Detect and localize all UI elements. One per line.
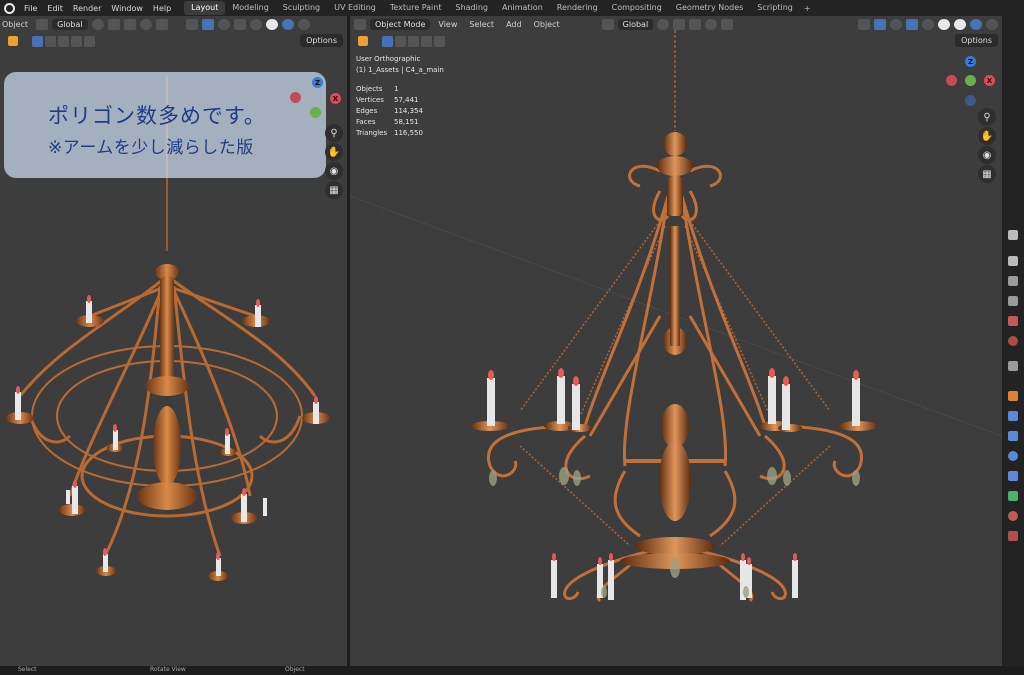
right-gizmo-z-icon[interactable]: Z xyxy=(965,56,976,67)
material-properties-icon[interactable] xyxy=(1008,511,1018,521)
ortho-grid-icon[interactable]: ▦ xyxy=(325,181,343,199)
right-chandelier-body xyxy=(470,132,878,569)
zoom-icon[interactable]: ⚲ xyxy=(325,124,343,142)
menu-window[interactable]: Window xyxy=(106,4,148,13)
right-camera-icon[interactable]: ◉ xyxy=(978,146,996,164)
top-bar: File Edit Render Window Help Layout Mode… xyxy=(0,0,1024,16)
right-pan-hand-icon[interactable]: ✋ xyxy=(978,127,996,145)
physics-properties-icon[interactable] xyxy=(1008,451,1018,461)
camera-icon[interactable]: ◉ xyxy=(325,162,343,180)
menu-help[interactable]: Help xyxy=(148,4,176,13)
world-properties-icon[interactable] xyxy=(1008,336,1018,346)
menu-render[interactable]: Render xyxy=(68,4,106,13)
tool-properties-icon[interactable] xyxy=(1008,230,1018,240)
tab-geometry-nodes[interactable]: Geometry Nodes xyxy=(669,1,750,15)
blender-logo-icon[interactable] xyxy=(4,2,15,14)
add-workspace-icon[interactable]: + xyxy=(800,4,815,13)
pan-hand-icon[interactable]: ✋ xyxy=(325,143,343,161)
view-layer-icon[interactable] xyxy=(1008,296,1018,306)
gizmo-x-icon[interactable]: X xyxy=(330,93,341,104)
left-chandelier-body xyxy=(6,264,330,581)
tab-compositing[interactable]: Compositing xyxy=(605,1,669,15)
constraints-properties-icon[interactable] xyxy=(1008,471,1018,481)
tab-shading[interactable]: Shading xyxy=(448,1,495,15)
tab-texture-paint[interactable]: Texture Paint xyxy=(383,1,449,15)
particles-properties-icon[interactable] xyxy=(1008,431,1018,441)
tab-layout[interactable]: Layout xyxy=(184,1,226,15)
gizmo-neg-x-icon[interactable] xyxy=(290,92,301,103)
tab-modeling[interactable]: Modeling xyxy=(225,1,275,15)
render-properties-icon[interactable] xyxy=(1008,256,1018,266)
right-zoom-icon[interactable]: ⚲ xyxy=(978,108,996,126)
right-gizmo-x-icon[interactable]: X xyxy=(984,75,995,86)
right-gizmo-neg-z-icon[interactable] xyxy=(965,95,976,106)
right-viewport[interactable]: Object Mode View Select Add Object Globa… xyxy=(350,16,1002,666)
note-box: ポリゴン数多めです。 ※アームを少し減らした版 xyxy=(4,72,326,178)
status-rotate: Rotate View xyxy=(150,666,186,673)
tab-uv-editing[interactable]: UV Editing xyxy=(327,1,383,15)
status-bar: Select Rotate View Object xyxy=(0,666,1024,675)
object-properties-icon[interactable] xyxy=(1008,391,1018,401)
data-properties-icon[interactable] xyxy=(1008,491,1018,501)
note-line-1: ポリゴン数多めです。 xyxy=(48,104,266,128)
tab-scripting[interactable]: Scripting xyxy=(750,1,800,15)
tab-sculpting[interactable]: Sculpting xyxy=(276,1,327,15)
left-viewport[interactable]: Object Global Options ポリゴン数多めです。 ※アームを少し… xyxy=(0,16,347,666)
scene-properties-icon[interactable] xyxy=(1008,316,1018,326)
properties-tab-bar xyxy=(1002,16,1024,666)
texture-properties-icon[interactable] xyxy=(1008,531,1018,541)
status-object: Object xyxy=(285,666,305,673)
modifier-properties-icon[interactable] xyxy=(1008,411,1018,421)
menu-file[interactable]: File xyxy=(19,4,42,13)
output-properties-icon[interactable] xyxy=(1008,276,1018,286)
status-select: Select xyxy=(18,666,37,673)
tab-rendering[interactable]: Rendering xyxy=(550,1,605,15)
gizmo-y-icon[interactable] xyxy=(310,107,321,118)
right-chandelier-render xyxy=(350,30,1002,603)
menu-edit[interactable]: Edit xyxy=(42,4,68,13)
note-line-2: ※アームを少し減らした版 xyxy=(48,138,254,158)
right-ortho-grid-icon[interactable]: ▦ xyxy=(978,165,996,183)
right-gizmo-neg-x-icon[interactable] xyxy=(946,75,957,86)
tab-animation[interactable]: Animation xyxy=(495,1,550,15)
gizmo-z-icon[interactable]: Z xyxy=(312,77,323,88)
collection-properties-icon[interactable] xyxy=(1008,361,1018,371)
right-gizmo-y-icon[interactable] xyxy=(965,75,976,86)
